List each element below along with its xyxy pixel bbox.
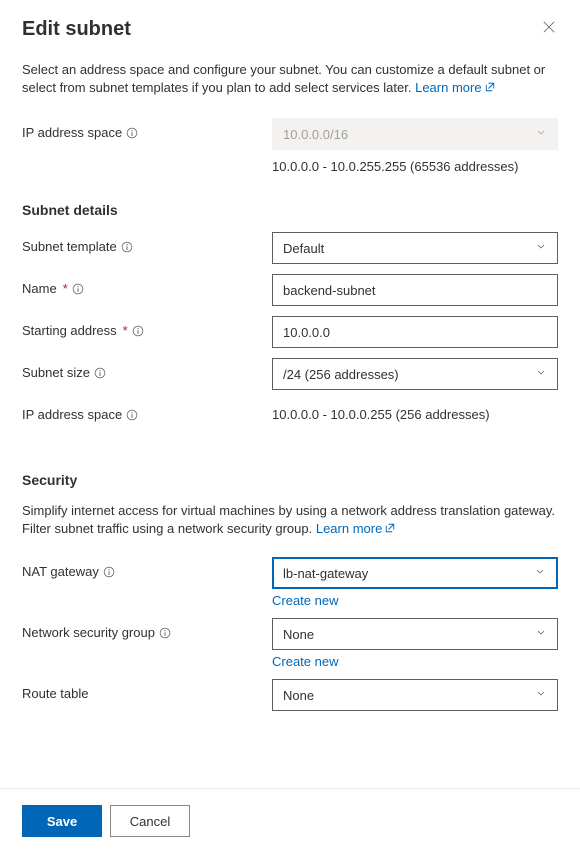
- computed-ip-label: IP address space: [22, 407, 122, 422]
- route-table-value: None: [283, 688, 314, 703]
- nat-create-new-link[interactable]: Create new: [272, 593, 338, 608]
- nsg-label: Network security group: [22, 625, 155, 640]
- required-indicator: *: [63, 281, 68, 296]
- security-intro-copy: Simplify internet access for virtual mac…: [22, 503, 555, 536]
- info-icon[interactable]: [126, 127, 138, 139]
- name-label: Name: [22, 281, 57, 296]
- external-link-icon: [384, 521, 396, 539]
- subnet-template-select[interactable]: Default: [272, 232, 558, 264]
- route-table-label: Route table: [22, 686, 89, 701]
- external-link-icon: [484, 80, 496, 98]
- chevron-down-icon: [535, 627, 547, 642]
- required-indicator: *: [123, 323, 128, 338]
- learn-more-link[interactable]: Learn more: [415, 80, 495, 95]
- chevron-down-icon: [534, 566, 546, 581]
- learn-more-label: Learn more: [415, 80, 481, 95]
- subnet-template-label: Subnet template: [22, 239, 117, 254]
- close-icon[interactable]: [540, 18, 558, 40]
- chevron-down-icon: [535, 127, 547, 142]
- ip-space-value: 10.0.0.0/16: [283, 127, 348, 142]
- subnet-details-heading: Subnet details: [22, 202, 558, 218]
- chevron-down-icon: [535, 688, 547, 703]
- computed-ip-value: 10.0.0.0 - 10.0.0.255 (256 addresses): [272, 400, 558, 422]
- cancel-button[interactable]: Cancel: [110, 805, 190, 837]
- info-icon[interactable]: [121, 241, 133, 253]
- chevron-down-icon: [535, 367, 547, 382]
- subnet-size-value: /24 (256 addresses): [283, 367, 399, 382]
- page-title: Edit subnet: [22, 18, 131, 41]
- security-heading: Security: [22, 472, 558, 488]
- nsg-select[interactable]: None: [272, 618, 558, 650]
- subnet-size-select[interactable]: /24 (256 addresses): [272, 358, 558, 390]
- ip-space-helper: 10.0.0.0 - 10.0.255.255 (65536 addresses…: [272, 158, 558, 180]
- info-icon[interactable]: [103, 566, 115, 578]
- info-icon[interactable]: [94, 367, 106, 379]
- intro-text: Select an address space and configure yo…: [22, 61, 558, 98]
- info-icon[interactable]: [159, 627, 171, 639]
- starting-address-input[interactable]: 10.0.0.0: [272, 316, 558, 348]
- name-input[interactable]: backend-subnet: [272, 274, 558, 306]
- nsg-create-new-link[interactable]: Create new: [272, 654, 338, 669]
- info-icon[interactable]: [132, 325, 144, 337]
- route-table-select[interactable]: None: [272, 679, 558, 711]
- nat-gateway-select[interactable]: lb-nat-gateway: [272, 557, 558, 589]
- security-intro: Simplify internet access for virtual mac…: [22, 502, 558, 539]
- name-value: backend-subnet: [283, 283, 376, 298]
- info-icon[interactable]: [126, 409, 138, 421]
- subnet-size-label: Subnet size: [22, 365, 90, 380]
- security-learn-more-label: Learn more: [316, 521, 382, 536]
- starting-address-value: 10.0.0.0: [283, 325, 330, 340]
- info-icon[interactable]: [72, 283, 84, 295]
- nat-gateway-label: NAT gateway: [22, 564, 99, 579]
- subnet-template-value: Default: [283, 241, 324, 256]
- chevron-down-icon: [535, 241, 547, 256]
- starting-address-label: Starting address: [22, 323, 117, 338]
- ip-space-label: IP address space: [22, 125, 122, 140]
- ip-space-select: 10.0.0.0/16: [272, 118, 558, 150]
- security-learn-more-link[interactable]: Learn more: [316, 521, 396, 536]
- nsg-value: None: [283, 627, 314, 642]
- nat-gateway-value: lb-nat-gateway: [283, 566, 368, 581]
- save-button[interactable]: Save: [22, 805, 102, 837]
